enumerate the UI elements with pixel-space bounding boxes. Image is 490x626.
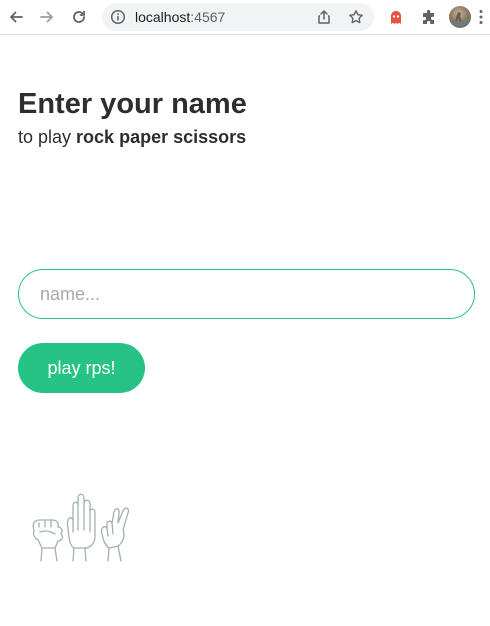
ghost-extension-icon[interactable] xyxy=(386,8,406,28)
play-button[interactable]: play rps! xyxy=(18,343,145,393)
address-bar[interactable]: localhost:4567 xyxy=(102,3,374,31)
arrow-left-icon xyxy=(10,11,23,23)
subtitle-prefix: to play xyxy=(18,127,77,147)
page-title: Enter your name xyxy=(18,88,247,120)
url-host: localhost xyxy=(135,9,191,25)
star-icon[interactable] xyxy=(348,9,364,25)
reload-icon xyxy=(73,10,85,23)
info-icon[interactable] xyxy=(110,9,126,25)
back-button[interactable] xyxy=(6,7,26,27)
browser-toolbar: localhost:4567 xyxy=(0,0,490,35)
name-input[interactable] xyxy=(18,269,475,319)
url-port: :4567 xyxy=(190,9,226,25)
url-text: localhost:4567 xyxy=(135,9,225,25)
share-icon[interactable] xyxy=(316,9,332,25)
page-subtitle: to play rock paper scissors xyxy=(18,125,246,149)
more-vertical-icon[interactable] xyxy=(479,9,483,25)
profile-photo xyxy=(449,12,471,28)
rock-paper-scissors-hands-icon xyxy=(32,493,130,562)
arrow-right-icon xyxy=(40,11,53,23)
forward-button[interactable] xyxy=(37,7,57,27)
avatar[interactable] xyxy=(449,6,471,28)
reload-button[interactable] xyxy=(69,7,89,27)
subtitle-game-name: rock paper scissors xyxy=(76,127,247,147)
puzzle-icon[interactable] xyxy=(419,8,439,28)
